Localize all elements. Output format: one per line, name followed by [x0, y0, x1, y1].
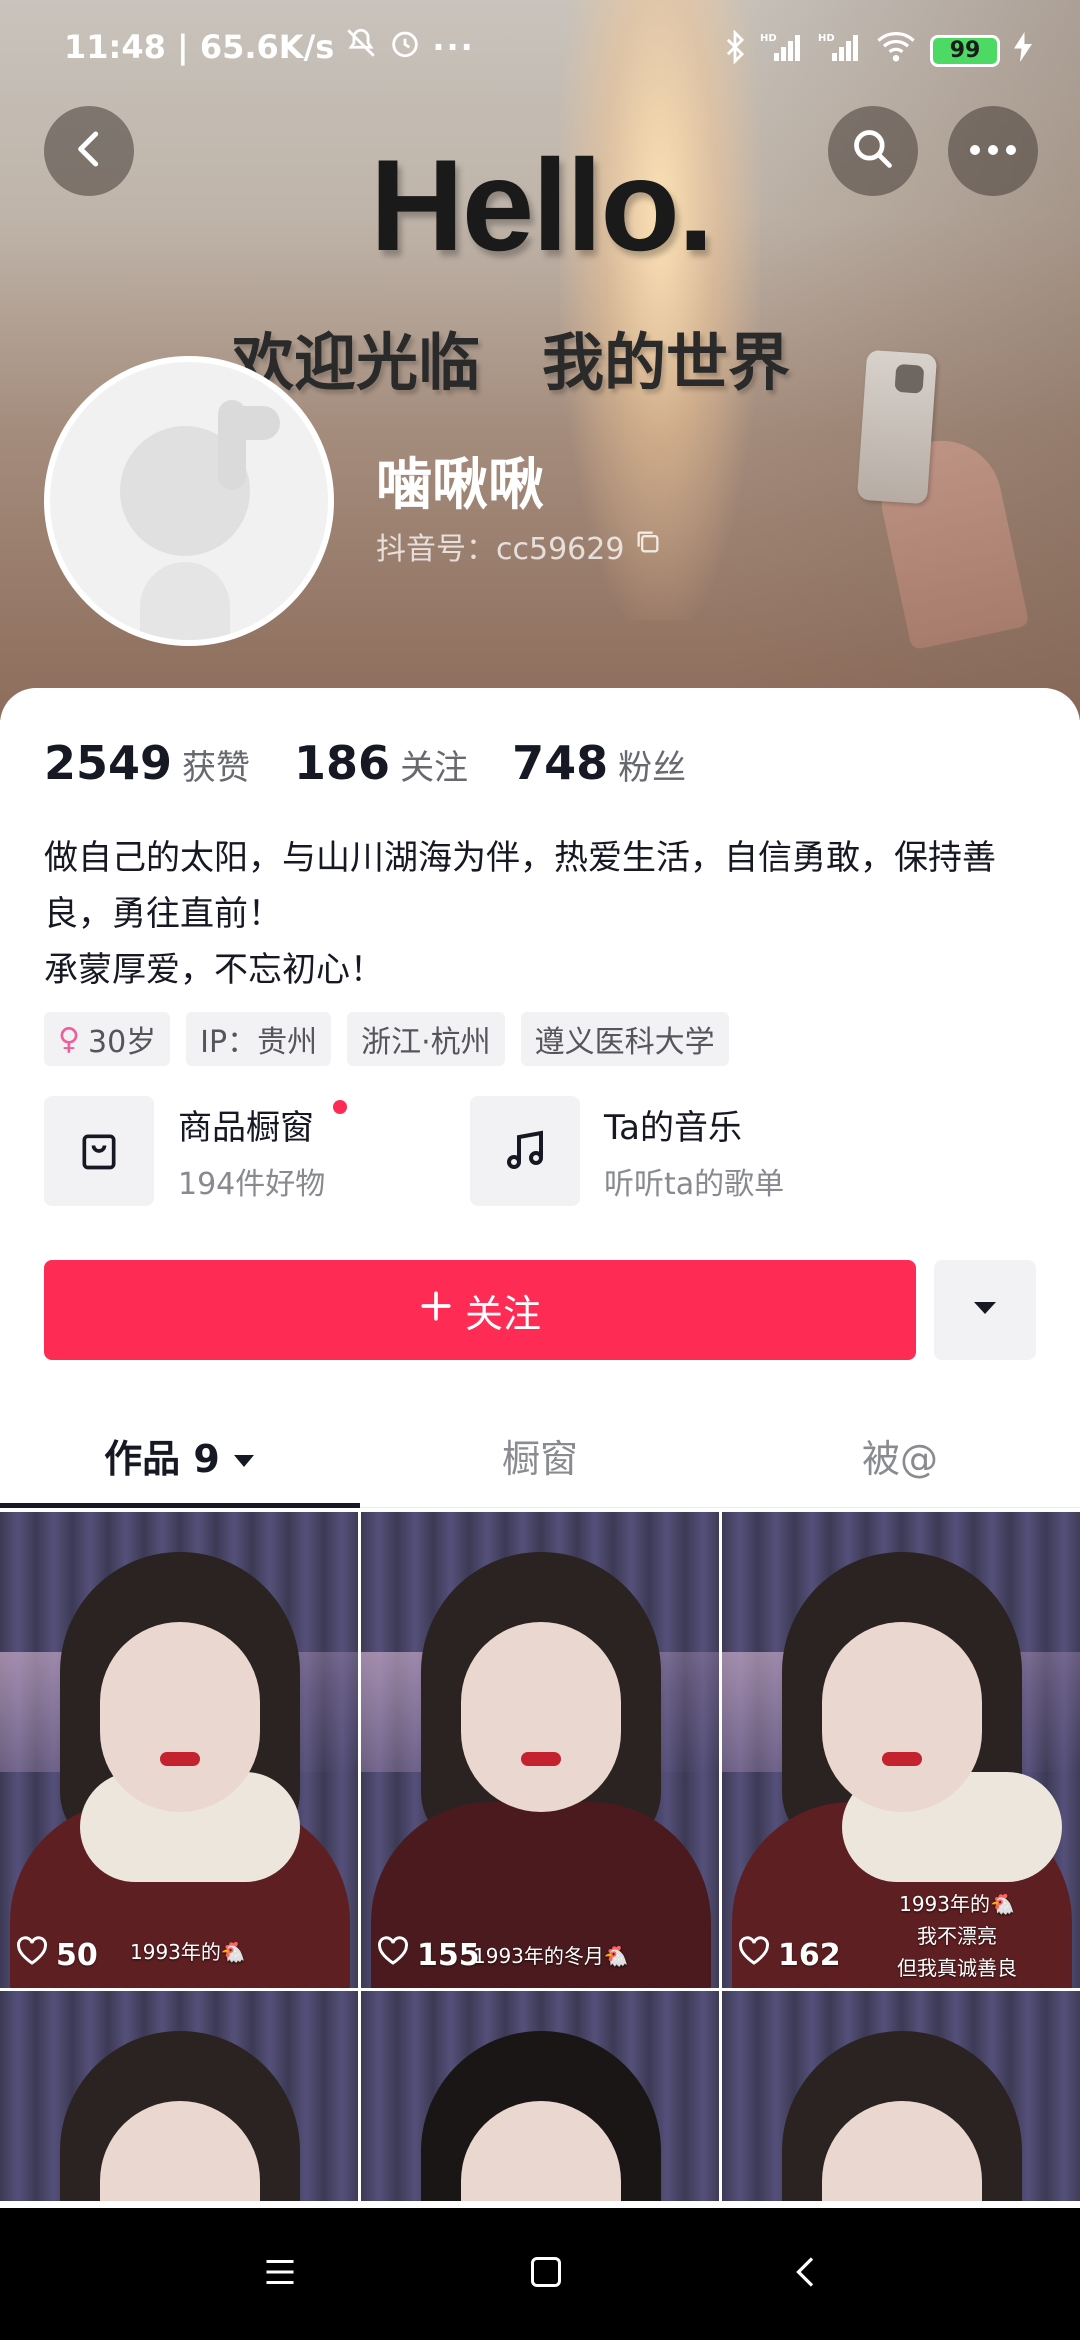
music-subtitle: 听听ta的歌单	[604, 1166, 785, 1202]
music-title: Ta的音乐	[604, 1107, 742, 1148]
video-thumbnail[interactable]: 155 1993年的冬月🐔	[361, 1512, 719, 1988]
music-entry[interactable]: Ta的音乐 听听ta的歌单	[470, 1096, 784, 1206]
profile-tabs: 作品 9 橱窗 被@	[0, 1404, 1080, 1508]
shop-window-entry[interactable]: 商品橱窗 194件好物	[44, 1096, 348, 1206]
tab-works[interactable]: 作品 9	[0, 1404, 360, 1508]
profile-nickname: 噛啾啾	[376, 453, 544, 518]
tab-shop-window[interactable]: 橱窗	[360, 1404, 720, 1507]
svg-text:HD: HD	[818, 33, 835, 44]
stat-following[interactable]: 186 关注	[294, 736, 468, 790]
home-icon[interactable]	[528, 2254, 564, 2294]
follow-button[interactable]: 关注	[44, 1260, 916, 1360]
stat-value: 186	[294, 736, 391, 790]
shop-window-title: 商品橱窗	[178, 1107, 314, 1148]
plus-icon	[419, 1288, 453, 1332]
heart-icon	[377, 1936, 409, 1974]
video-thumbnail[interactable]: 162 1993年的🐔 我不漂亮 但我真诚善良	[722, 1512, 1080, 1988]
default-avatar-icon	[218, 400, 280, 490]
search-button[interactable]	[828, 106, 918, 196]
stat-label: 关注	[400, 748, 469, 788]
tag-school[interactable]: 遵义医科大学	[520, 1012, 729, 1066]
video-likes: 50	[16, 1936, 98, 1974]
shopping-bag-icon	[44, 1096, 154, 1206]
follow-label: 关注	[464, 1291, 541, 1336]
heart-icon	[16, 1936, 48, 1974]
back-button[interactable]	[44, 106, 134, 196]
search-icon	[851, 127, 895, 175]
menu-icon[interactable]	[262, 2257, 298, 2291]
wifi-icon	[876, 31, 916, 70]
profile-bio: 做自己的太阳，与山川湖海为伴，热爱生活，自信勇敢，保持善良，勇往直前！ 承蒙厚爱…	[44, 830, 1044, 998]
heart-icon	[738, 1936, 770, 1974]
profile-tags: ♀ 30岁 IP：贵州 浙江·杭州 遵义医科大学	[44, 1012, 729, 1066]
back-icon	[72, 129, 106, 173]
stat-label: 粉丝	[618, 748, 687, 788]
video-caption: 1993年的🐔	[130, 1940, 246, 1964]
stat-value: 2549	[44, 736, 173, 790]
battery-indicator: 99	[930, 34, 1000, 67]
signal-icon-2: HD	[818, 31, 862, 70]
copy-icon[interactable]	[634, 528, 662, 564]
douyin-id-text: 抖音号：cc59629	[376, 532, 625, 567]
stat-value: 748	[512, 736, 609, 790]
stat-label: 获赞	[182, 748, 251, 788]
tag-location: 浙江·杭州	[347, 1012, 505, 1066]
caret-down-icon	[972, 1299, 998, 1321]
banner-hello-text: Hello.	[370, 132, 714, 278]
profile-card: 2549 获赞 186 关注 748 粉丝 做自己的太阳，与山川湖海为伴，热爱生…	[0, 688, 1080, 2208]
tag-ip: IP：贵州	[186, 1012, 332, 1066]
video-caption: 1993年的🐔 我不漂亮 但我真诚善良	[897, 1892, 1017, 1980]
charging-icon	[1014, 32, 1032, 69]
tag-age: ♀ 30岁	[44, 1012, 171, 1066]
status-time: 11:48 | 65.6K/s	[64, 28, 335, 66]
video-thumbnail[interactable]	[0, 1991, 358, 2201]
video-thumbnail[interactable]: 50 1993年的🐔	[0, 1512, 358, 1988]
mute-icon	[344, 26, 378, 68]
more-options-button[interactable]	[948, 106, 1038, 196]
more-icon	[968, 142, 1018, 161]
stat-followers[interactable]: 748 粉丝	[512, 736, 686, 790]
status-bar: 11:48 | 65.6K/s ··· HD HD 99	[0, 0, 1080, 96]
banner-phone	[856, 349, 938, 505]
system-nav-bar	[0, 2208, 1080, 2340]
female-icon: ♀	[58, 1021, 80, 1057]
notification-dot	[333, 1099, 348, 1114]
more-notifications-icon: ···	[432, 28, 475, 66]
shop-window-subtitle: 194件好物	[178, 1166, 326, 1202]
alarm-icon	[388, 26, 422, 68]
caret-down-icon	[232, 1434, 256, 1478]
banner-welcome-text: 欢迎光临 我的世界	[232, 326, 791, 399]
music-note-icon	[470, 1096, 580, 1206]
avatar[interactable]	[44, 356, 334, 646]
bio-line-1: 做自己的太阳，与山川湖海为伴，热爱生活，自信勇敢，保持善良，勇往直前！	[44, 838, 996, 934]
video-likes: 155	[377, 1936, 480, 1974]
video-caption: 1993年的冬月🐔	[473, 1944, 629, 1968]
stat-likes[interactable]: 2549 获赞	[44, 736, 250, 790]
services-row: 商品橱窗 194件好物 Ta的音乐 听听ta的歌单	[44, 1096, 1044, 1208]
stats-row: 2549 获赞 186 关注 748 粉丝	[44, 736, 686, 790]
tab-mentions[interactable]: 被@	[720, 1404, 1080, 1507]
video-thumbnail[interactable]	[722, 1991, 1080, 2201]
nav-back-icon[interactable]	[794, 2254, 818, 2294]
expand-recommendations-button[interactable]	[934, 1260, 1036, 1360]
douyin-id-row[interactable]: 抖音号：cc59629	[376, 524, 662, 568]
video-likes: 162	[738, 1936, 841, 1974]
signal-icon-1: HD	[760, 31, 804, 70]
video-thumbnail[interactable]	[361, 1991, 719, 2201]
svg-text:HD: HD	[760, 33, 777, 44]
video-grid: 50 1993年的🐔 155 1993年的冬月🐔 162 1993年的🐔 我不漂…	[0, 1512, 1080, 2201]
bio-line-2: 承蒙厚爱，不忘初心！	[44, 950, 384, 990]
bluetooth-icon	[724, 29, 746, 71]
